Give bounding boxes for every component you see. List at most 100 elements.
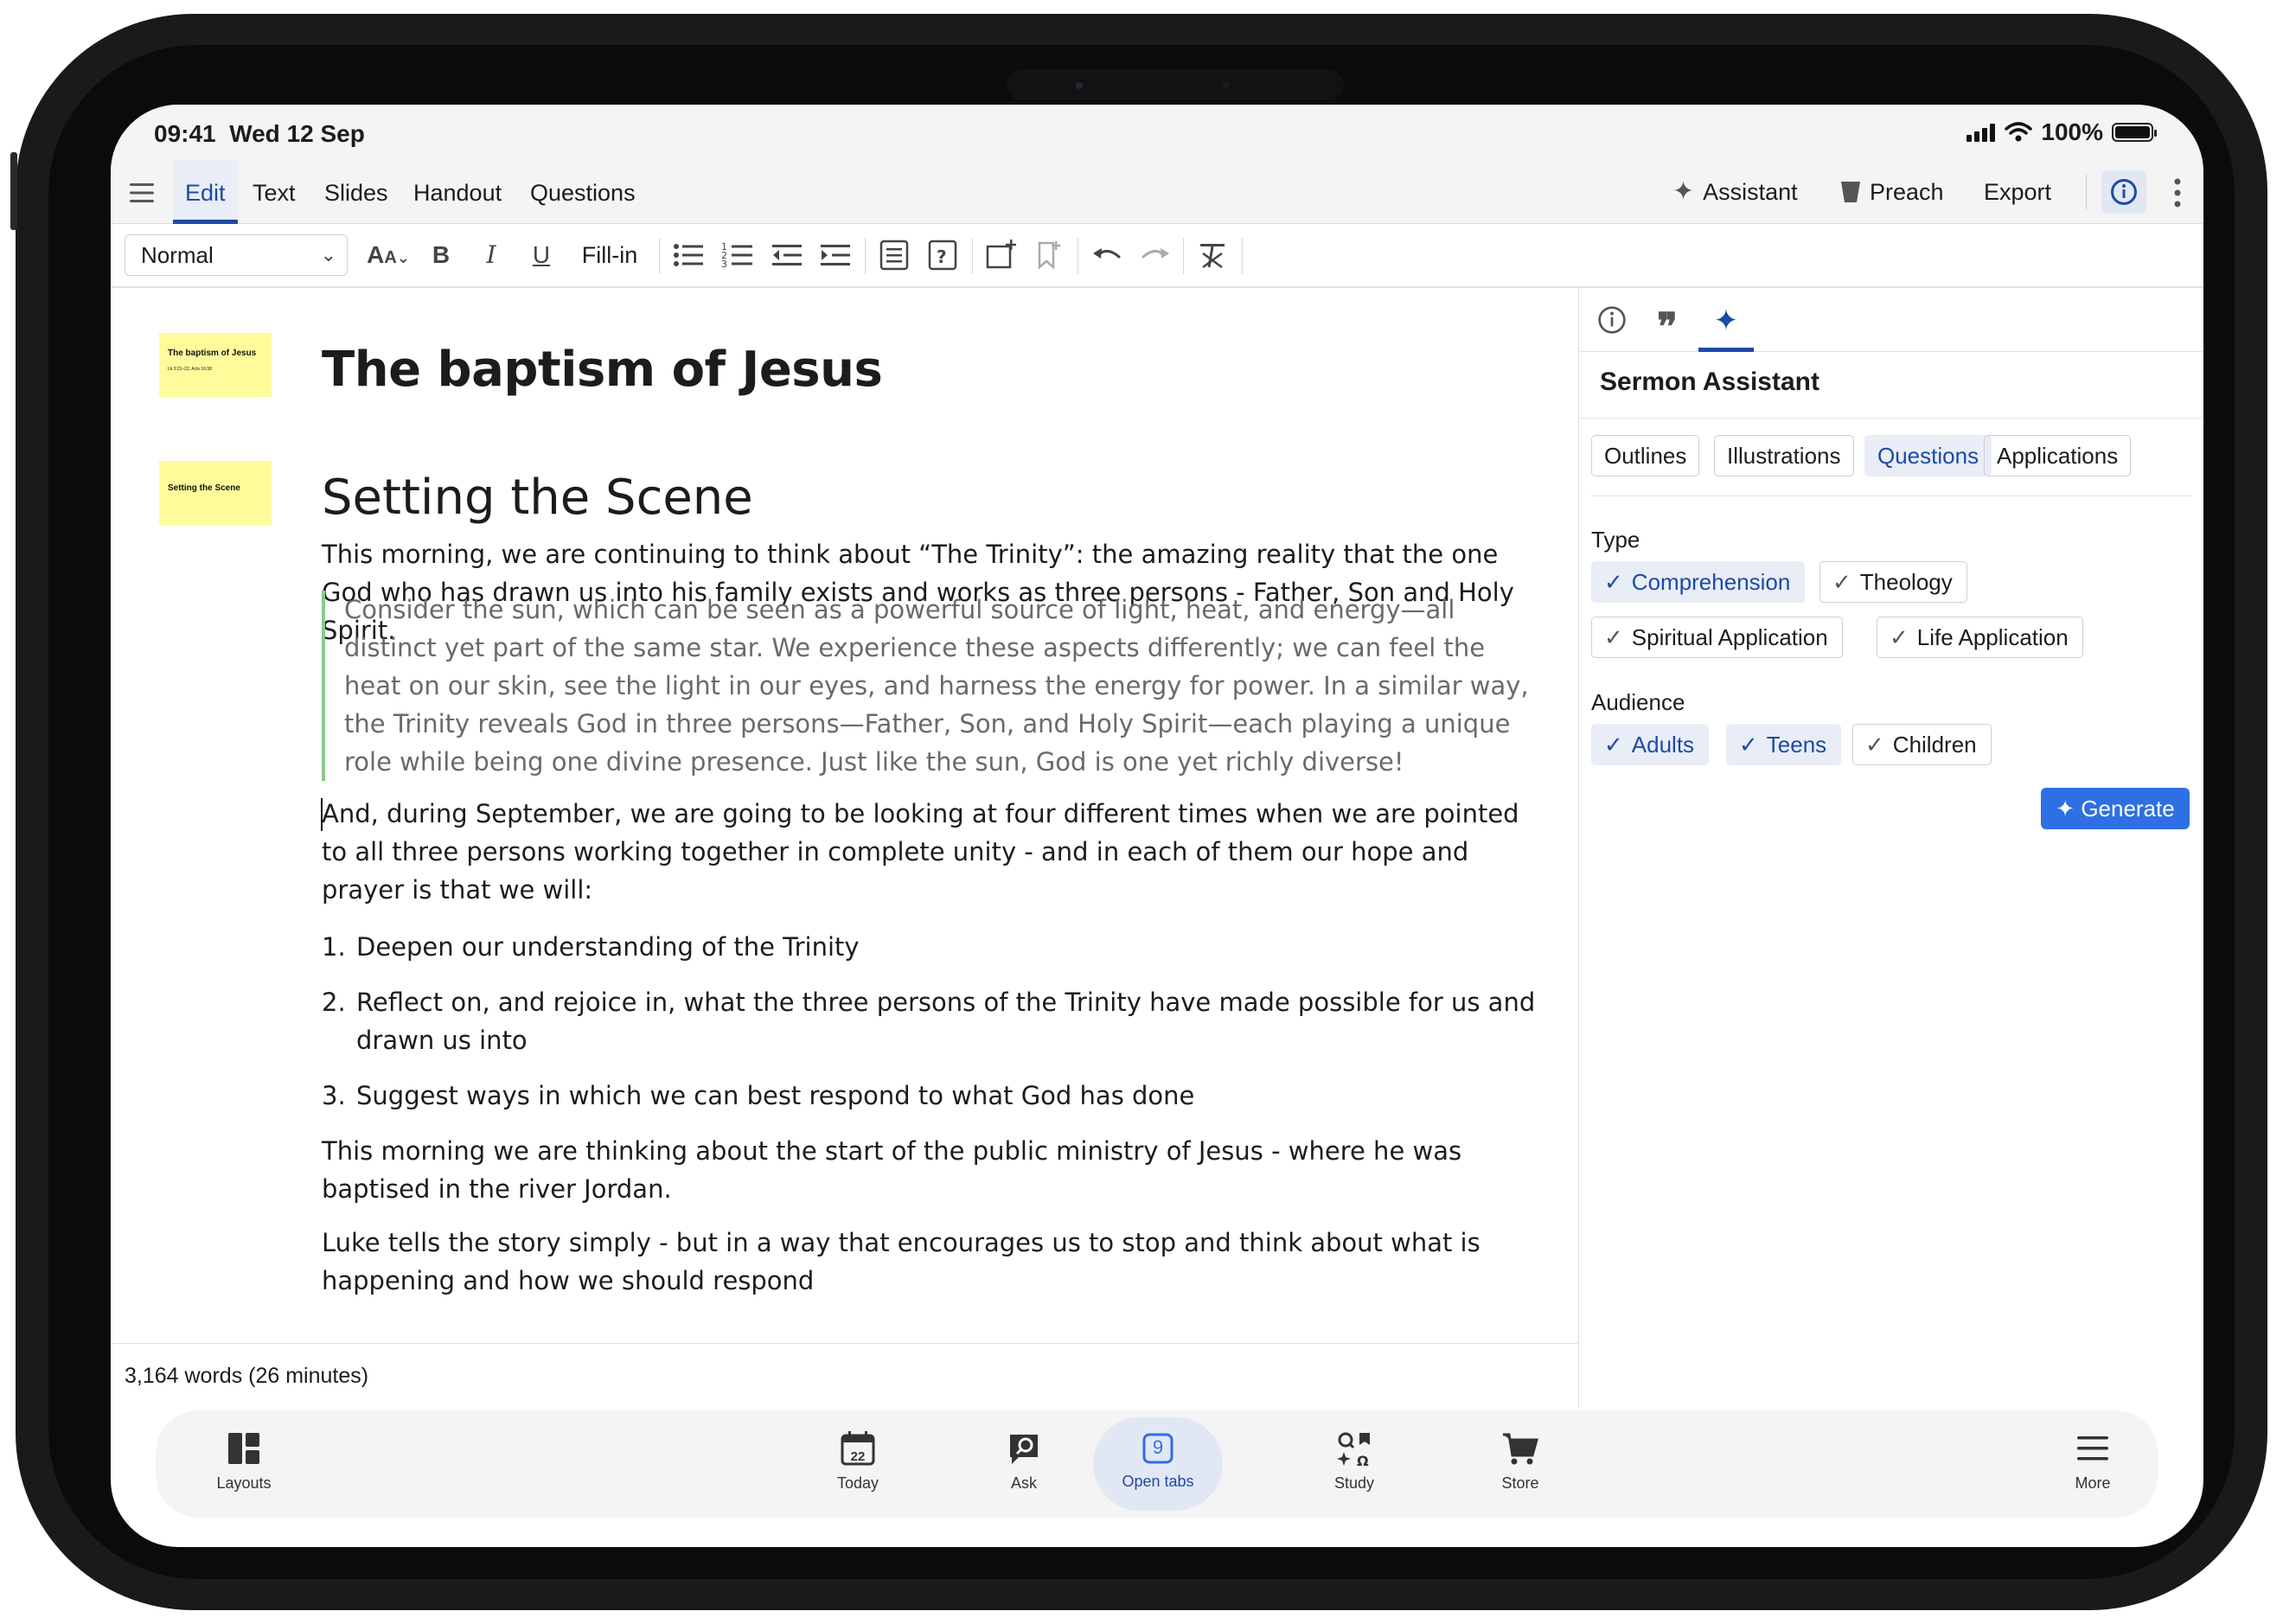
audience-label: Audience xyxy=(1591,689,1685,715)
panel-tab-assistant[interactable]: ✦ xyxy=(1698,295,1754,352)
fill-in-button[interactable]: Fill-in xyxy=(571,236,649,274)
svg-text:Ω: Ω xyxy=(1357,1453,1369,1467)
hamburger-menu-icon[interactable] xyxy=(128,181,156,205)
chip-spiritual-application[interactable]: ✓ Spiritual Application xyxy=(1591,617,1843,658)
segment-outlines[interactable]: Outlines xyxy=(1591,435,1700,476)
chip-comprehension[interactable]: ✓ Comprehension xyxy=(1591,561,1806,603)
formatting-toolbar: Normal ⌄ AA⌄ B I U Fill-in 123 ? xyxy=(111,224,2203,288)
chip-children[interactable]: ✓ Children xyxy=(1852,724,1992,765)
illustration-quote[interactable]: Consider the sun, which can be seen as a… xyxy=(322,591,1541,781)
bold-icon[interactable]: B xyxy=(424,236,458,274)
preach-button[interactable]: Preach xyxy=(1840,160,1944,224)
chip-teens[interactable]: ✓ Teens xyxy=(1726,724,1842,765)
paragraph[interactable]: This morning we are thinking about the s… xyxy=(322,1132,1541,1208)
sparkle-icon: ✦ xyxy=(1713,304,1739,337)
dock-store[interactable]: Store xyxy=(1460,1410,1581,1518)
chip-adults[interactable]: ✓ Adults xyxy=(1591,724,1710,765)
list-text: Suggest ways in which we can best respon… xyxy=(356,1081,1195,1110)
segment-questions[interactable]: Questions xyxy=(1864,435,1992,476)
insert-block-icon[interactable] xyxy=(879,236,910,274)
assistant-button[interactable]: ✦ Assistant xyxy=(1672,160,1798,224)
generate-label: Generate xyxy=(2081,796,2175,822)
indent-icon[interactable] xyxy=(818,236,853,274)
segment-applications[interactable]: Applications xyxy=(1984,435,2132,476)
slide-thumbnail-section[interactable]: Setting the Scene xyxy=(159,461,272,525)
tab-edit[interactable]: Edit xyxy=(173,160,238,224)
sparkle-icon: ✦ xyxy=(2056,796,2075,822)
status-indicators: 100% xyxy=(1966,118,2157,146)
insert-question-icon[interactable]: ? xyxy=(927,236,958,274)
paragraph[interactable]: And, during September, we are going to b… xyxy=(322,795,1541,909)
thumb-reference: Lk 3:21–22, Acts 10:38 xyxy=(168,367,212,372)
chip-label: Spiritual Application xyxy=(1631,624,1828,650)
dock-layouts[interactable]: Layouts xyxy=(183,1410,304,1518)
dock-ask[interactable]: Ask xyxy=(963,1410,1084,1518)
thumb-title: The baptism of Jesus xyxy=(168,348,257,358)
layouts-icon xyxy=(228,1433,259,1464)
tab-handout[interactable]: Handout xyxy=(413,160,502,224)
tab-text[interactable]: Text xyxy=(253,160,296,224)
checkmark-icon: ✓ xyxy=(1739,732,1758,758)
italic-icon[interactable]: I xyxy=(474,236,508,274)
font-size-icon[interactable]: AA⌄ xyxy=(363,236,413,274)
list-item[interactable]: 3. Suggest ways in which we can best res… xyxy=(322,1077,1541,1115)
tab-questions[interactable]: Questions xyxy=(530,160,636,224)
underline-icon[interactable]: U xyxy=(524,236,559,274)
dock-today[interactable]: 22 Today xyxy=(797,1410,918,1518)
add-bookmark-icon[interactable] xyxy=(1033,236,1064,274)
study-icon: Ω xyxy=(1337,1432,1370,1467)
open-tabs-count: 9 xyxy=(1152,1436,1164,1458)
camera-housing xyxy=(1007,69,1344,100)
bottom-dock: Layouts 22 Today Ask 9 Open tabs Ω Study… xyxy=(156,1410,2158,1518)
document-editor[interactable]: The baptism of Jesus Lk 3:21–22, Acts 10… xyxy=(111,288,1578,1343)
checkmark-icon: ✓ xyxy=(1890,624,1909,650)
svg-text:3: 3 xyxy=(721,259,727,270)
sermon-assistant-panel: ❞ ✦ Sermon Assistant Outlines Illustrati… xyxy=(1578,288,2203,1409)
chip-label: Life Application xyxy=(1916,624,2069,650)
document-title[interactable]: The baptism of Jesus xyxy=(322,342,883,398)
checkmark-icon: ✓ xyxy=(1604,569,1623,595)
dock-study[interactable]: Ω Study xyxy=(1294,1410,1415,1518)
tab-slides[interactable]: Slides xyxy=(324,160,388,224)
list-item[interactable]: 2. Reflect on, and rejoice in, what the … xyxy=(322,983,1541,1059)
toolbar-divider xyxy=(865,238,866,274)
status-time: 09:41 Wed 12 Sep xyxy=(154,120,365,148)
panel-divider xyxy=(1579,418,2203,419)
checkmark-icon: ✓ xyxy=(1604,732,1623,758)
paragraph-style-value: Normal xyxy=(141,242,214,268)
undo-icon[interactable] xyxy=(1090,236,1124,274)
outdent-icon[interactable] xyxy=(770,236,804,274)
calendar-day: 22 xyxy=(850,1449,866,1464)
chip-label: Adults xyxy=(1631,732,1695,758)
list-text: Deepen our understanding of the Trinity xyxy=(356,932,860,962)
toolbar-divider xyxy=(1242,238,1243,274)
panel-tab-info[interactable] xyxy=(1584,295,1640,352)
camera-dot xyxy=(1076,82,1083,89)
chip-theology[interactable]: ✓ Theology xyxy=(1819,561,1967,603)
paragraph-style-select[interactable]: Normal ⌄ xyxy=(125,234,348,276)
redo-icon[interactable] xyxy=(1138,236,1173,274)
segment-illustrations[interactable]: Illustrations xyxy=(1714,435,1854,476)
chip-label: Comprehension xyxy=(1631,569,1791,595)
list-item[interactable]: 1. Deepen our understanding of the Trini… xyxy=(322,928,1541,966)
dock-open-tabs[interactable]: 9 Open tabs xyxy=(1093,1417,1223,1511)
export-button[interactable]: Export xyxy=(1984,160,2051,224)
section-heading[interactable]: Setting the Scene xyxy=(322,470,753,526)
bullet-list-icon[interactable] xyxy=(671,236,706,274)
add-slide-icon[interactable] xyxy=(984,236,1019,274)
assistant-label: Assistant xyxy=(1703,179,1798,205)
more-vertical-icon[interactable] xyxy=(2172,177,2183,208)
checkmark-icon: ✓ xyxy=(1832,569,1851,595)
menu-divider xyxy=(2086,174,2087,210)
generate-button[interactable]: ✦ Generate xyxy=(2041,788,2190,829)
paragraph[interactable]: Luke tells the story simply - but in a w… xyxy=(322,1224,1541,1300)
dock-more[interactable]: More xyxy=(2032,1410,2153,1518)
quote-icon[interactable]: ❞ xyxy=(1640,295,1695,352)
clear-formatting-icon[interactable] xyxy=(1195,236,1230,274)
battery-percent: 100% xyxy=(2041,118,2103,145)
info-toggle-button[interactable] xyxy=(2101,170,2146,214)
chip-life-application[interactable]: ✓ Life Application xyxy=(1877,617,2083,658)
numbered-list-icon[interactable]: 123 xyxy=(720,236,755,274)
toolbar-divider xyxy=(1183,238,1184,274)
slide-thumbnail-title[interactable]: The baptism of Jesus Lk 3:21–22, Acts 10… xyxy=(159,333,272,397)
